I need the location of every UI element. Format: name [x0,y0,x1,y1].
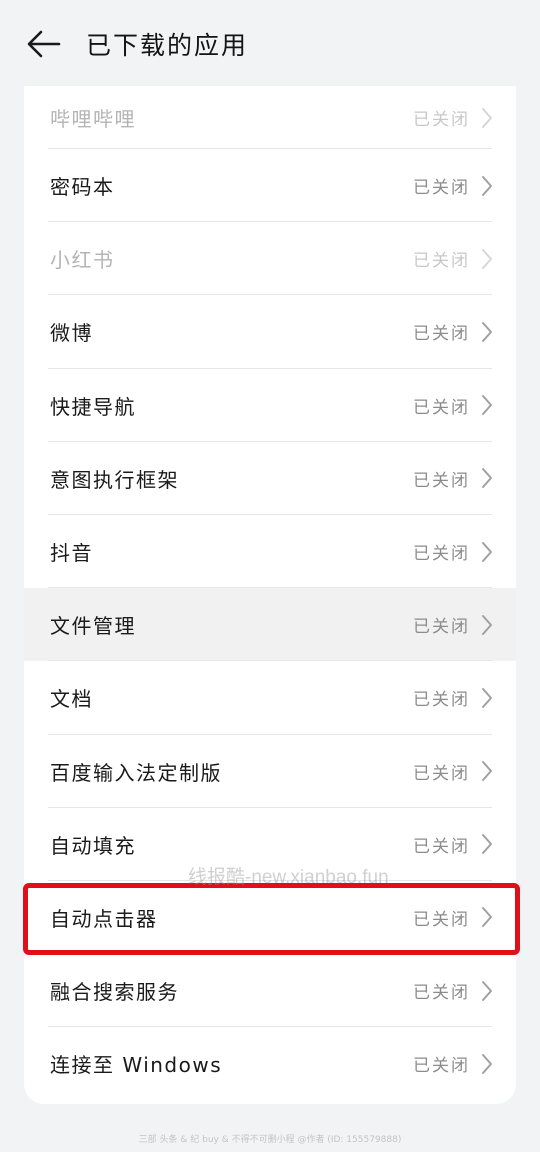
app-list-item[interactable]: 小红书 已关闭 [24,222,516,296]
app-list-item[interactable]: 自动点击器 已关闭 [24,881,516,955]
app-name: 自动点击器 [50,906,158,931]
app-name: 连接至 Windows [50,1053,223,1078]
app-name: 文档 [50,687,93,712]
app-list-item[interactable]: 密码本 已关闭 [24,149,516,223]
app-list-item[interactable]: 融合搜索服务 已关闭 [24,954,516,1028]
app-list-item[interactable]: 快捷导航 已关闭 [24,369,516,442]
app-status: 已关闭 [413,110,470,130]
app-name: 快捷导航 [50,394,136,419]
app-name: 意图执行框架 [50,467,179,492]
apps-card: 哔哩哔哩 已关闭 密码本 已关闭 小红书 已关闭 微博 已关闭 快捷导航 已关闭 意图执行框架 已关闭… [24,86,516,1104]
app-header: 已下载的应用 [0,0,540,88]
app-name: 抖音 [50,541,93,566]
app-status: 已关闭 [413,983,470,1004]
app-list: 哔哩哔哩 已关闭 密码本 已关闭 小红书 已关闭 微博 已关闭 快捷导航 已关闭 意图执行框架 已关闭… [24,86,516,1100]
app-list-item[interactable]: 意图执行框架 已关闭 [24,442,516,516]
app-name: 小红书 [50,248,115,273]
app-status: 已关闭 [413,836,470,857]
app-status: 已关闭 [413,1056,470,1077]
chevron-right-icon [482,175,492,196]
back-button[interactable] [14,14,74,74]
chevron-right-icon [482,687,492,708]
app-list-item[interactable]: 自动填充 已关闭 [24,808,516,882]
screen: 已下载的应用 哔哩哔哩 已关闭 密码本 已关闭 小红书 已关闭 微博 已关闭 快捷导航 已关闭 意图… [0,0,540,1152]
footer-watermark: 三部 头条 & 纪 buy & 不得不可删小程 @作者 (ID: 1555798… [138,1135,402,1145]
chevron-right-icon [482,761,492,782]
chevron-right-icon [482,614,492,635]
app-name: 哔哩哔哩 [50,107,136,131]
chevron-right-icon [482,541,492,562]
app-status: 已关闭 [413,544,470,565]
app-status: 已关闭 [413,251,470,272]
chevron-right-icon [482,321,492,342]
chevron-right-icon [482,395,492,416]
chevron-right-icon [482,248,492,269]
page-title: 已下载的应用 [86,31,249,60]
app-status: 已关闭 [413,324,470,345]
app-status: 已关闭 [413,690,470,711]
app-name: 文件管理 [50,614,136,639]
app-status: 已关闭 [413,470,470,491]
app-list-item[interactable]: 文件管理 已关闭 [24,588,516,662]
app-status: 已关闭 [413,397,470,418]
app-name: 微博 [50,321,93,346]
app-name: 密码本 [50,175,115,200]
chevron-right-icon [482,834,492,855]
app-list-item[interactable]: 文档 已关闭 [24,661,516,735]
app-list-item[interactable]: 哔哩哔哩 已关闭 [24,86,516,149]
app-status: 已关闭 [413,909,470,930]
app-status: 已关闭 [413,617,470,638]
arrow-left-icon [27,30,61,58]
chevron-right-icon [482,980,492,1001]
chevron-right-icon [482,1053,492,1074]
app-name: 自动填充 [50,833,136,858]
app-list-item[interactable]: 百度输入法定制版 已关闭 [24,735,516,808]
app-status: 已关闭 [413,763,470,784]
app-name: 百度输入法定制版 [50,760,222,785]
app-name: 融合搜索服务 [50,980,179,1005]
app-list-item[interactable]: 微博 已关闭 [24,295,516,369]
chevron-right-icon [482,107,492,128]
app-status: 已关闭 [413,178,470,199]
app-list-item[interactable]: 连接至 Windows 已关闭 [24,1027,516,1100]
chevron-right-icon [482,468,492,489]
app-list-item[interactable]: 抖音 已关闭 [24,515,516,589]
chevron-right-icon [482,907,492,928]
